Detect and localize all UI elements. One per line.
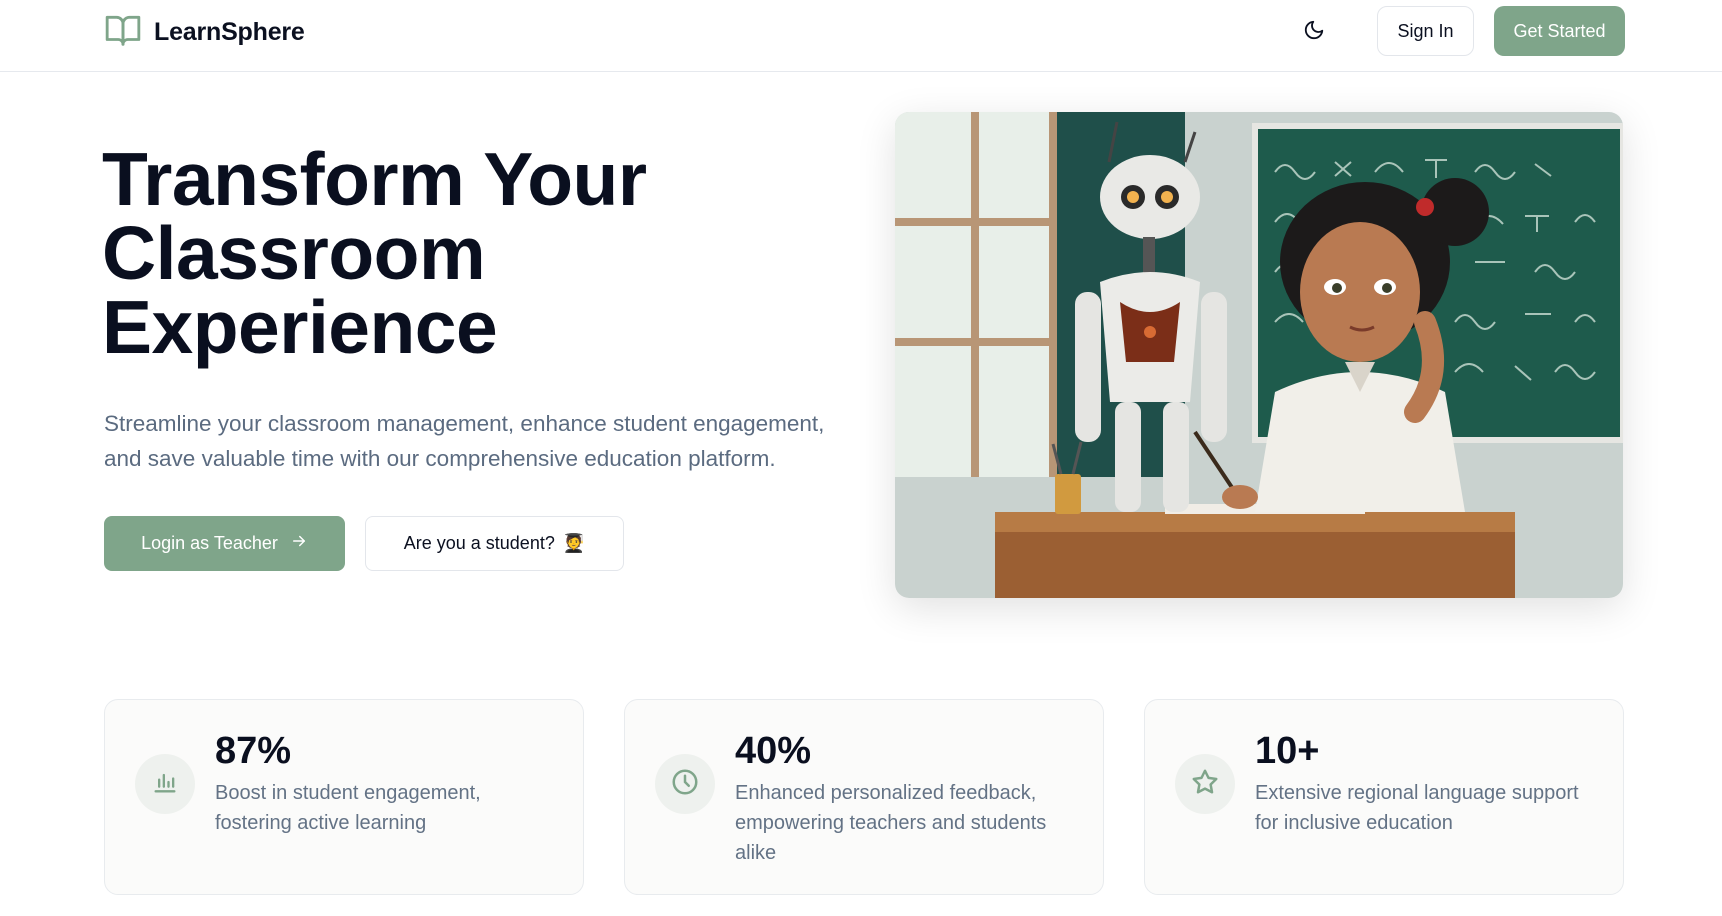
sign-in-button[interactable]: Sign In (1377, 6, 1474, 56)
theme-toggle-button[interactable] (1296, 14, 1332, 50)
stat-value: 87% (215, 730, 292, 772)
hero-title-line-1: Transform Your (102, 137, 647, 221)
brand[interactable]: LearnSphere (104, 12, 305, 52)
open-book-icon (104, 11, 142, 54)
stat-icon-circle (135, 754, 195, 814)
stat-description: Enhanced personalized feedback, empoweri… (735, 782, 1047, 864)
bar-chart-icon (151, 768, 179, 801)
stat-card-engagement: 87% Boost in student engagement, fosteri… (104, 699, 584, 895)
login-as-teacher-button[interactable]: Login as Teacher (104, 516, 345, 571)
stat-value: 10+ (1255, 730, 1320, 772)
student-emoji-icon: 🧑‍🎓 (562, 533, 586, 553)
hero-title: Transform Your Classroom Experience (102, 137, 822, 369)
student-button-label: Are you a student? (403, 533, 555, 553)
stat-icon-circle (655, 754, 715, 814)
stat-card-languages: 10+ Extensive regional language support … (1144, 699, 1624, 895)
top-navbar: LearnSphere Sign In Get Started (0, 0, 1722, 72)
brand-name: LearnSphere (154, 17, 305, 46)
stat-description: Boost in student engagement, fostering a… (215, 782, 481, 834)
hero-title-line-2: Classroom (102, 211, 486, 295)
arrow-right-icon (290, 532, 308, 555)
stat-value: 40% (735, 730, 812, 772)
hero-illustration (895, 112, 1623, 598)
student-button[interactable]: Are you a student? 🧑‍🎓 (365, 516, 624, 571)
hero-title-line-3: Experience (102, 285, 498, 369)
stat-icon-circle (1175, 754, 1235, 814)
stat-card-feedback: 40% Enhanced personalized feedback, empo… (624, 699, 1104, 895)
hero-subtitle: Streamline your classroom management, en… (104, 411, 825, 471)
star-icon (1190, 767, 1220, 802)
login-as-teacher-label: Login as Teacher (141, 533, 278, 553)
get-started-button[interactable]: Get Started (1494, 6, 1625, 56)
clock-icon (670, 767, 700, 802)
moon-icon (1303, 19, 1325, 46)
stat-description: Extensive regional language support for … (1255, 782, 1579, 834)
